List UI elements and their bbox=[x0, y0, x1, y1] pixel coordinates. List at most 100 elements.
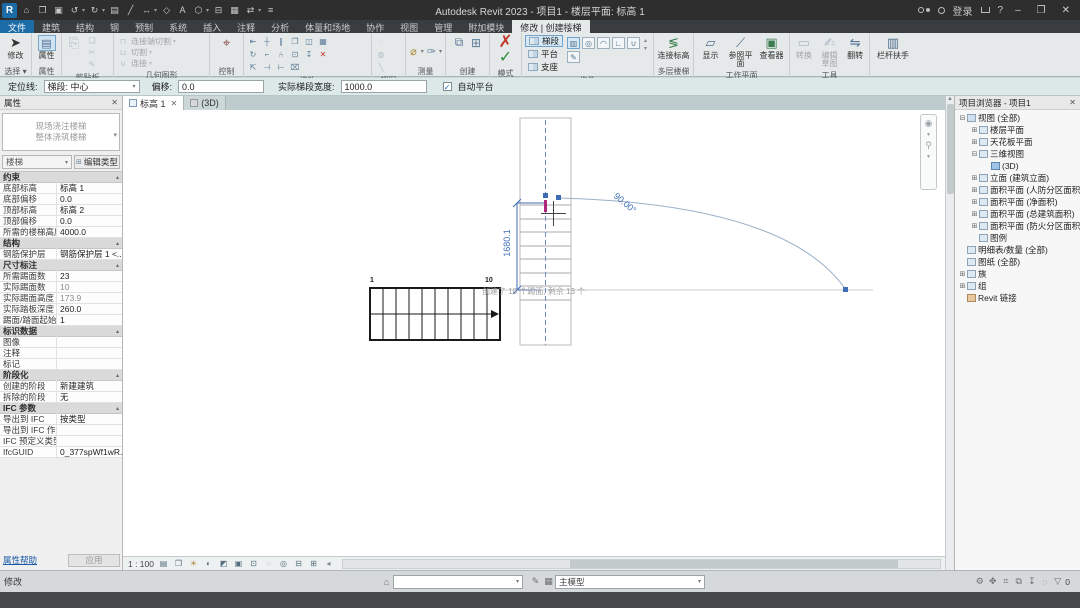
crop-view-icon[interactable]: ▣ bbox=[233, 559, 244, 569]
type-selector-dropdown-icon[interactable]: ▾ bbox=[113, 130, 117, 141]
tree-item[interactable]: 图例 bbox=[955, 232, 1080, 244]
pin-icon[interactable]: ↧ bbox=[303, 49, 315, 60]
zoom-tool-icon[interactable]: ⚲ bbox=[925, 140, 932, 151]
apply-button[interactable]: 应用 bbox=[68, 554, 120, 567]
measure-tool-icon[interactable]: ⌀ bbox=[409, 46, 418, 57]
tree-expander-icon[interactable]: ⊞ bbox=[958, 282, 967, 290]
type-selector[interactable]: 现场浇注楼梯 整体浇筑楼梯 ▾ bbox=[2, 113, 120, 151]
full-step-spiral-icon[interactable]: ◎ bbox=[582, 37, 595, 49]
view-tab-3d[interactable]: (3D) bbox=[184, 96, 226, 110]
tree-expander-icon[interactable]: ⊞ bbox=[970, 198, 979, 206]
tree-item[interactable]: ⊞ 组 bbox=[955, 280, 1080, 292]
cope-tool[interactable]: ⊓连接端切割▾ bbox=[117, 36, 176, 46]
array-icon[interactable]: ▦ bbox=[317, 36, 329, 47]
revit-logo-icon[interactable]: R bbox=[2, 3, 17, 18]
user-icon[interactable] bbox=[938, 7, 945, 14]
copy-icon[interactable]: ❏ bbox=[86, 35, 98, 46]
tree-item-label[interactable]: 明细表/数量 (全部) bbox=[978, 244, 1048, 256]
properties-help-link[interactable]: 属性帮助 bbox=[3, 554, 37, 566]
properties-close-icon[interactable]: ✕ bbox=[111, 98, 118, 107]
filter-icon[interactable]: ▽ bbox=[1051, 576, 1064, 588]
component-scroll-up-icon[interactable]: ▴ bbox=[644, 37, 647, 44]
activate-controls-button[interactable]: ⌖ bbox=[213, 35, 240, 51]
steering-wheel-dropdown-icon[interactable]: ▾ bbox=[927, 131, 930, 138]
project-browser-close-icon[interactable]: ✕ bbox=[1069, 98, 1076, 107]
dimension-tool-icon[interactable]: ✑ bbox=[427, 46, 436, 57]
paste-button[interactable]: ⎘ bbox=[65, 35, 83, 51]
zoom-dropdown-icon[interactable]: ▾ bbox=[927, 153, 930, 160]
create-group-icon[interactable]: ⧉ bbox=[453, 37, 465, 48]
tree-expander-icon[interactable]: ⊞ bbox=[970, 210, 979, 218]
app-store-cart-icon[interactable] bbox=[981, 7, 990, 13]
tree-expander-icon[interactable]: ⊞ bbox=[970, 138, 979, 146]
match-type-icon[interactable]: ✎ bbox=[86, 59, 98, 70]
ribbon-tab[interactable]: 插入 bbox=[195, 20, 229, 33]
cancel-stair-icon[interactable]: ✗ bbox=[498, 34, 512, 50]
search-icon[interactable] bbox=[918, 7, 924, 13]
u-shape-winder-icon[interactable]: ∪ bbox=[627, 37, 640, 49]
landing-tool-button[interactable]: 平台 bbox=[525, 48, 563, 60]
vertical-scrollbar[interactable]: ▲ bbox=[945, 96, 954, 570]
worksets-icon[interactable]: ⌂ bbox=[380, 576, 393, 588]
tree-item[interactable]: ⊞ 天花板平面 bbox=[955, 136, 1080, 148]
tree-item-label[interactable]: 三维视图 bbox=[990, 148, 1024, 160]
save-icon[interactable]: ▣ bbox=[52, 4, 65, 17]
tree-item[interactable]: ⊞ 族 bbox=[955, 268, 1080, 280]
undo-icon[interactable]: ↺ bbox=[68, 4, 81, 17]
display-constraints-icon[interactable]: ⌗ bbox=[999, 576, 1012, 588]
unpin-icon[interactable]: ⇱ bbox=[247, 62, 259, 73]
show-crop-region-icon[interactable]: ⊡ bbox=[248, 559, 259, 569]
edit-sketch-button[interactable]: ✍编辑草图 bbox=[818, 35, 842, 68]
render-icon[interactable]: ◩ bbox=[218, 559, 229, 569]
tree-item[interactable]: ⊞ 立面 (建筑立面) bbox=[955, 172, 1080, 184]
ribbon-tab[interactable]: 分析 bbox=[263, 20, 297, 33]
horizontal-scrollbar[interactable] bbox=[342, 559, 941, 569]
tree-item[interactable]: ⊞ 面积平面 (总建筑面积) bbox=[955, 208, 1080, 220]
run-width-input[interactable]: 1000.0 bbox=[341, 80, 427, 93]
trim-icon[interactable]: ⌐ bbox=[261, 49, 273, 60]
connect-levels-button[interactable]: ≶连接标高 bbox=[657, 35, 690, 60]
flip-button[interactable]: ⇋翻转 bbox=[844, 35, 866, 60]
offset-icon[interactable]: ∥ bbox=[275, 36, 287, 47]
ribbon-options-icon[interactable]: ⊡▾ bbox=[562, 20, 573, 33]
open-icon[interactable]: ❐ bbox=[36, 4, 49, 17]
extend-icon[interactable]: ⊣ bbox=[261, 62, 273, 73]
sign-in-label[interactable]: 登录 bbox=[953, 3, 973, 18]
join-geometry-tool[interactable]: ⊍连接▾ bbox=[117, 58, 152, 68]
mirror-icon[interactable]: ◫ bbox=[303, 36, 315, 47]
tree-item-label[interactable]: 面积平面 (人防分区面积) bbox=[990, 184, 1080, 196]
scale-control[interactable]: 1 : 100 bbox=[128, 559, 154, 569]
ui-dropdown-icon[interactable]: ▾ bbox=[258, 7, 261, 14]
tree-item[interactable]: ⊟ 视图 (全部) bbox=[955, 112, 1080, 124]
demolish-icon[interactable]: ⌧ bbox=[289, 62, 301, 73]
ref-plane-button[interactable]: ⟋参照平面 bbox=[726, 35, 755, 68]
thin-lines-icon[interactable]: ≡ bbox=[264, 4, 277, 17]
tree-expander-icon[interactable]: ⊞ bbox=[970, 174, 979, 182]
properties-filter-select[interactable]: 楼梯▾ bbox=[2, 155, 72, 169]
tree-item-label[interactable]: 组 bbox=[978, 280, 987, 292]
ribbon-tab[interactable]: 修改 | 创建楼梯 bbox=[512, 20, 589, 33]
shadows-icon[interactable]: ◐ bbox=[203, 559, 214, 569]
default-3d-view-icon[interactable]: ⬡ bbox=[192, 4, 205, 17]
tree-item[interactable]: (3D) bbox=[955, 160, 1080, 172]
show-workplane-button[interactable]: ▱显示 bbox=[697, 35, 724, 60]
tree-expander-icon[interactable]: ⊟ bbox=[970, 150, 979, 158]
tree-expander-icon[interactable]: ⊞ bbox=[958, 270, 967, 278]
constraints-icon[interactable]: ⊞ bbox=[308, 559, 319, 569]
sheet-icon[interactable]: ▦ bbox=[228, 4, 241, 17]
drawing-canvas[interactable]: 1680.1 90.00° 创建了 10 个踢面, 剩余 13 个 1 10 ◉… bbox=[123, 110, 945, 556]
background-processes-icon[interactable]: ◌ bbox=[1038, 576, 1051, 588]
offset-input[interactable]: 0.0 bbox=[178, 80, 264, 93]
tree-item-label[interactable]: 面积平面 (防火分区面积) bbox=[990, 220, 1080, 232]
tree-expander-icon[interactable]: ⊞ bbox=[970, 126, 979, 134]
tree-item-label[interactable]: (3D) bbox=[1002, 161, 1019, 171]
reveal-hidden-elements-icon[interactable]: ◎ bbox=[278, 559, 289, 569]
horizontal-scroll-thumb[interactable] bbox=[570, 560, 898, 568]
center-ends-spiral-icon[interactable]: ◠ bbox=[597, 37, 610, 49]
location-line-select[interactable]: 梯段: 中心▾ bbox=[44, 80, 140, 93]
ribbon-tab[interactable]: 结构 bbox=[68, 20, 102, 33]
linework-icon[interactable]: ╲ bbox=[375, 62, 387, 73]
scale-icon[interactable]: ⊡ bbox=[289, 49, 301, 60]
tree-item[interactable]: Revit 链接 bbox=[955, 292, 1080, 304]
auto-landing-checkbox[interactable]: ✓ bbox=[443, 82, 452, 91]
